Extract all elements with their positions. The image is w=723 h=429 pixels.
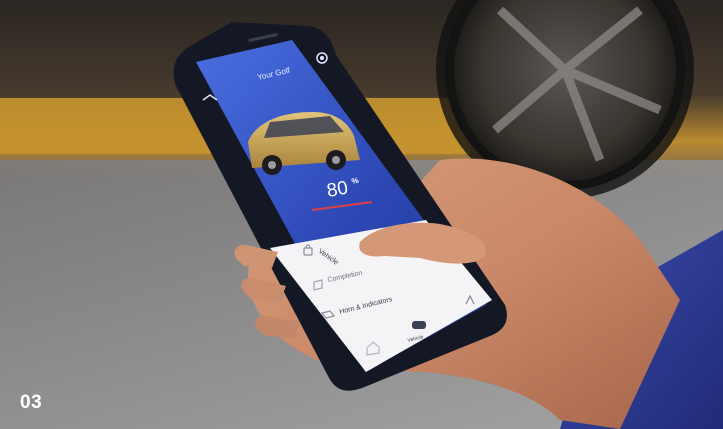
car-icon[interactable] <box>412 321 426 329</box>
range-value: 80 <box>325 178 349 202</box>
photo-frame: Your Golf 80 % Vehicle Completion Horn &… <box>0 0 723 429</box>
phone-scene: Your Golf 80 % Vehicle Completion Horn &… <box>0 0 723 429</box>
figure-number: 03 <box>20 392 43 413</box>
